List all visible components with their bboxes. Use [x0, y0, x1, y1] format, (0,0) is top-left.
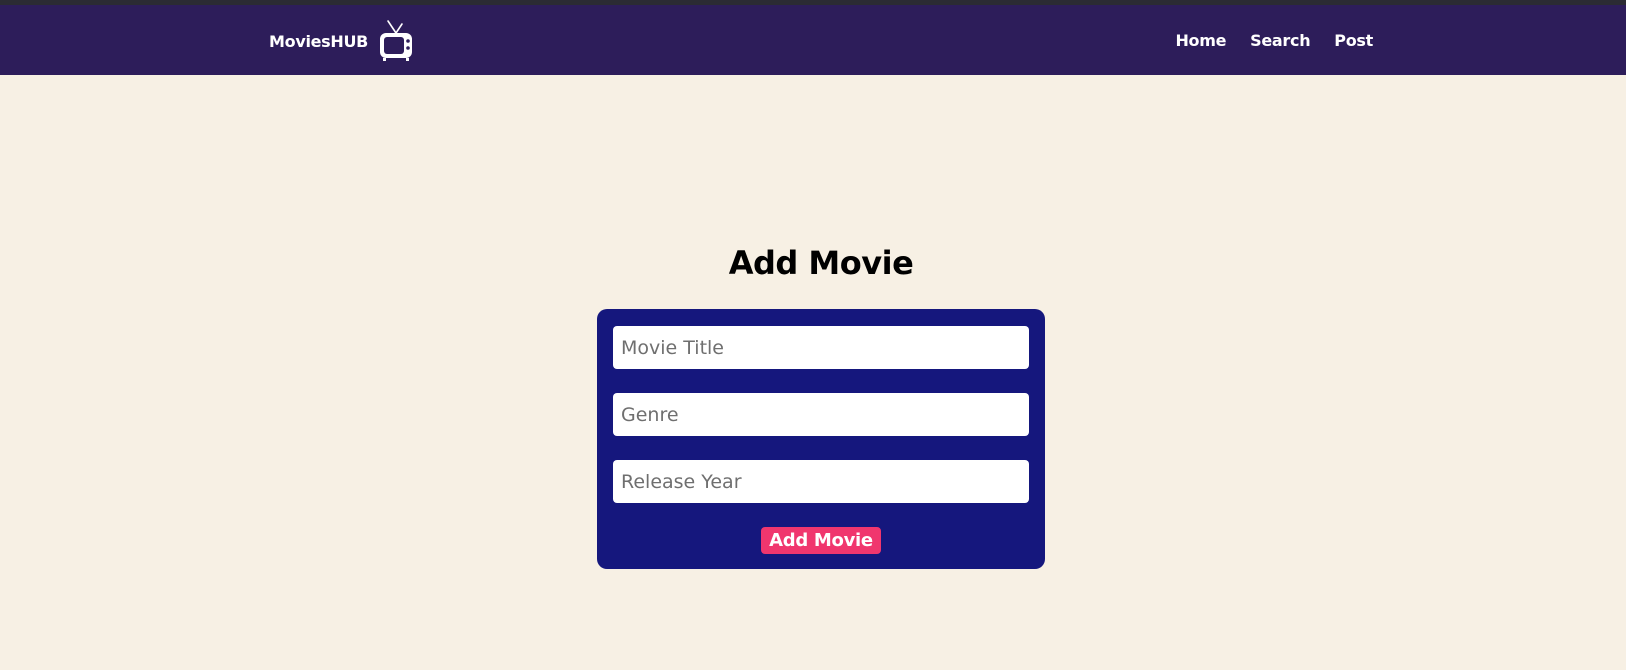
add-movie-button[interactable]: Add Movie: [761, 527, 881, 554]
tv-icon: [380, 20, 413, 61]
nav-link-post[interactable]: Post: [1334, 31, 1373, 50]
brand-logo[interactable]: MoviesHUB: [269, 15, 414, 67]
genre-input[interactable]: [613, 393, 1029, 436]
page-title: Add Movie: [728, 244, 914, 282]
release-year-input[interactable]: [613, 460, 1029, 503]
nav-links: Home Search Post: [1151, 5, 1373, 75]
brand-name: MoviesHUB: [269, 31, 369, 51]
navbar: MoviesHUB Home Search Post: [0, 5, 1626, 75]
nav-link-search[interactable]: Search: [1250, 31, 1310, 50]
movie-title-input[interactable]: [613, 326, 1029, 369]
nav-link-home[interactable]: Home: [1175, 31, 1226, 50]
add-movie-form: Add Movie: [597, 309, 1045, 569]
